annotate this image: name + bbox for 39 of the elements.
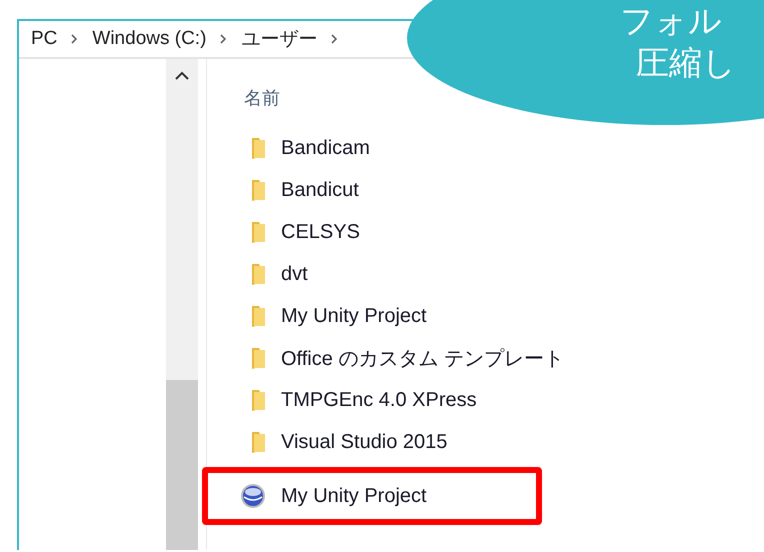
folder-icon [250,262,266,286]
folder-icon [250,178,266,202]
chevron-icon[interactable] [71,34,78,44]
folder-icon [250,136,266,160]
chevron-icon[interactable] [331,34,338,44]
file-row[interactable]: Visual Studio 2015 [207,421,564,463]
folder-icon [250,346,266,370]
file-name: dvt [281,262,308,286]
file-name: Bandicut [281,178,359,202]
file-name: Visual Studio 2015 [281,430,448,454]
folder-icon [250,430,266,454]
file-row[interactable]: Bandicut [207,169,564,211]
file-row[interactable]: dvt [207,253,564,295]
scrollbar[interactable] [166,59,198,550]
file-row[interactable]: Office のカスタム テンプレート [207,337,564,379]
file-row[interactable]: TMPGEnc 4.0 XPress [207,379,564,421]
folder-icon [250,220,266,244]
file-name: Bandicam [281,136,370,160]
breadcrumb-item[interactable]: Windows (C:) [92,28,206,50]
file-name: TMPGEnc 4.0 XPress [281,388,477,412]
scrollbar-thumb[interactable] [166,380,198,550]
file-row[interactable]: My Unity Project [202,467,542,525]
zip-archive-icon [240,483,266,509]
file-row[interactable]: CELSYS [207,211,564,253]
callout-text: 圧縮し [636,42,736,84]
file-name: My Unity Project [281,484,427,508]
file-name: My Unity Project [281,304,427,328]
scroll-up-icon[interactable] [175,71,189,80]
folder-icon [250,388,266,412]
file-row[interactable]: Bandicam [207,127,564,169]
file-row[interactable]: My Unity Project [207,295,564,337]
chevron-icon[interactable] [220,34,228,44]
callout-text: フォル [620,0,723,42]
breadcrumb-item[interactable]: PC [31,28,58,50]
file-name: Office のカスタム テンプレート [281,346,564,372]
folder-icon [250,304,266,328]
breadcrumb-item[interactable]: ユーザー [241,26,318,52]
file-name: CELSYS [281,220,360,244]
name-column-header[interactable]: 名前 [244,86,280,110]
